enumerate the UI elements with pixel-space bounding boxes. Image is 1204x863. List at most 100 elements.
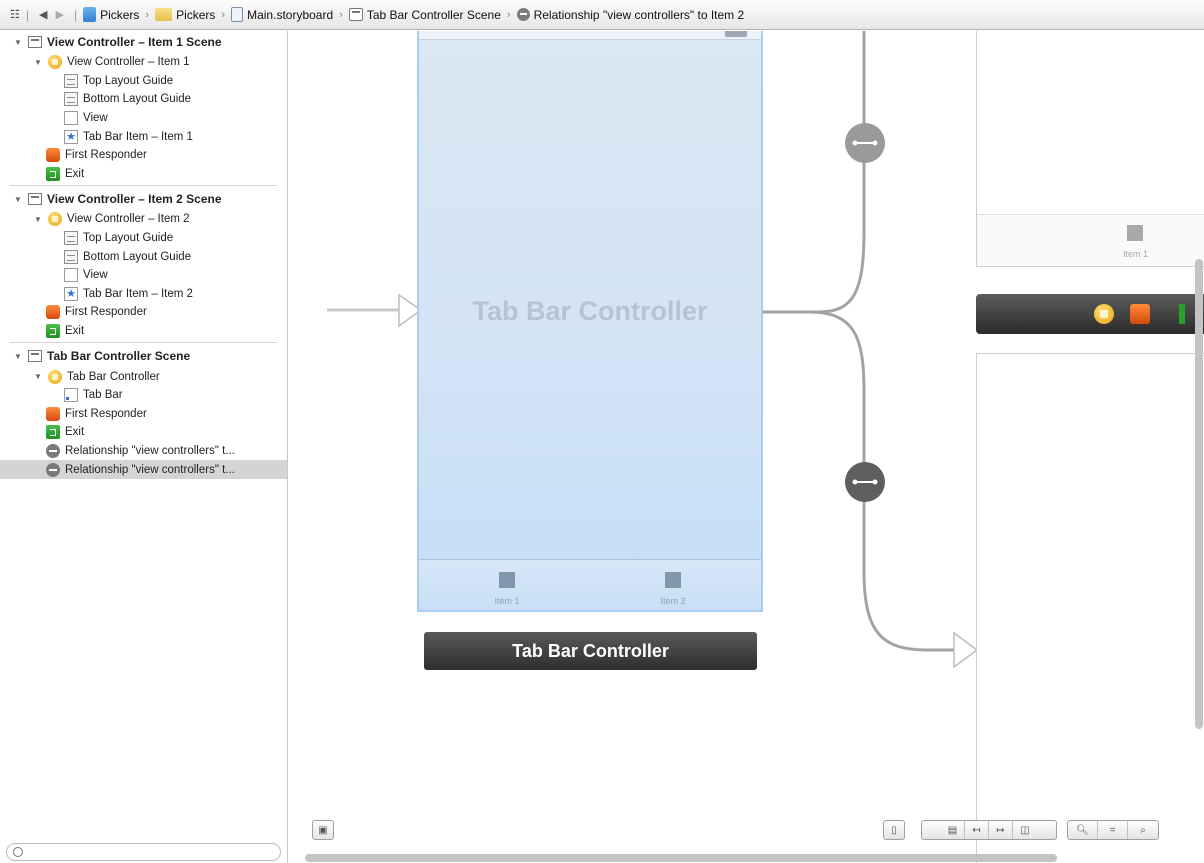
- outline-item-tab-bar[interactable]: Tab Bar: [0, 386, 287, 405]
- segue-badge-item2[interactable]: [845, 462, 885, 502]
- disclosure-triangle-icon[interactable]: ▼: [14, 38, 28, 47]
- outline-item-tab-bar-controller[interactable]: ▼ Tab Bar Controller: [0, 367, 287, 386]
- outline-label: Bottom Layout Guide: [83, 250, 192, 263]
- jump-bar: ☷ | ◀ ▶ | Pickers › Pickers › Main.story…: [0, 0, 1204, 30]
- chevron-right-icon: ›: [506, 8, 511, 21]
- scene-header-item1[interactable]: ▼ View Controller – Item 1 Scene: [0, 31, 287, 53]
- scene-header-item2[interactable]: ▼ View Controller – Item 2 Scene: [0, 188, 287, 210]
- show-outline-button[interactable]: ▣: [312, 820, 334, 840]
- layout-guide-icon: [64, 92, 78, 107]
- tab-bar[interactable]: Item 1: [977, 214, 1204, 266]
- zoom-out-icon[interactable]: 🔍︎: [1068, 821, 1098, 839]
- outline-label: Tab Bar Item – Item 2: [83, 287, 193, 300]
- scene-icon: [348, 8, 363, 21]
- segue-to-item1: [763, 31, 866, 314]
- breadcrumb-project[interactable]: Pickers: [83, 7, 139, 22]
- breadcrumb-label: Relationship "view controllers" to Item …: [533, 7, 745, 22]
- storyboard-icon: [231, 7, 244, 22]
- zoom-fit-icon[interactable]: =: [1098, 821, 1128, 839]
- outline-label: View: [83, 269, 108, 282]
- outline-item-relationship-1[interactable]: Relationship "view controllers" t...: [0, 442, 287, 461]
- outline-item-top-layout-guide[interactable]: Top Layout Guide: [0, 229, 287, 248]
- pin-icon[interactable]: ↤: [965, 821, 989, 839]
- scene-title: Tab Bar Controller Scene: [47, 349, 191, 364]
- view-controller-icon[interactable]: [1094, 304, 1114, 324]
- disclosure-triangle-icon[interactable]: ▼: [14, 352, 28, 361]
- forward-arrow-icon[interactable]: ▶: [51, 8, 67, 21]
- first-responder-icon: [46, 148, 60, 163]
- chevron-right-icon: ›: [339, 8, 343, 21]
- align-icon[interactable]: ▤: [941, 821, 965, 839]
- form-factor-button[interactable]: ▯: [883, 820, 905, 840]
- star-icon: ★: [64, 129, 78, 144]
- outline-item-exit[interactable]: Exit: [0, 322, 287, 341]
- outline-item-tab-bar-item-2[interactable]: ★ Tab Bar Item – Item 2: [0, 285, 287, 304]
- outline-item-view[interactable]: View: [0, 266, 287, 285]
- tab-item-icon: [1127, 225, 1143, 241]
- breadcrumb-storyboard[interactable]: Main.storyboard: [231, 7, 333, 22]
- outline-filter-field[interactable]: [6, 843, 281, 861]
- first-responder-icon[interactable]: [1130, 304, 1150, 324]
- device-icon: ▯: [891, 824, 897, 836]
- outline-label: Exit: [65, 325, 85, 338]
- resolve-icon[interactable]: ↦: [989, 821, 1013, 839]
- disclosure-triangle-icon[interactable]: ▼: [34, 372, 48, 381]
- view-controller-icon: [48, 55, 62, 70]
- relationship-icon: [46, 443, 60, 458]
- tab-item-label: Item 1: [494, 596, 520, 606]
- outline-item-view-controller-2[interactable]: ▼ View Controller – Item 2: [0, 210, 287, 229]
- breadcrumb-folder[interactable]: Pickers: [155, 8, 215, 22]
- horizontal-scrollbar[interactable]: [305, 854, 1057, 862]
- outline-item-first-responder[interactable]: First Responder: [0, 146, 287, 165]
- outline-item-exit[interactable]: Exit: [0, 165, 287, 184]
- segue-badge-item1[interactable]: [845, 123, 885, 163]
- disclosure-triangle-icon[interactable]: ▼: [34, 215, 48, 224]
- exit-icon[interactable]: [1179, 304, 1185, 324]
- disclosure-triangle-icon[interactable]: ▼: [14, 195, 28, 204]
- view-controller-item1-scene[interactable]: Item 1: [976, 31, 1204, 267]
- storyboard-canvas[interactable]: Tab Bar Controller Item 1 Item 2 Tab Bar…: [289, 31, 1204, 863]
- outline-label: Top Layout Guide: [83, 74, 174, 87]
- outline-label: Tab Bar: [83, 389, 123, 402]
- tab-bar-icon: [64, 388, 78, 403]
- breadcrumb-label: Pickers: [100, 7, 140, 22]
- view-controller-icon: [48, 212, 62, 227]
- outline-item-relationship-2[interactable]: Relationship "view controllers" t...: [0, 460, 287, 479]
- outline-item-first-responder[interactable]: First Responder: [0, 303, 287, 322]
- outline-label: Exit: [65, 426, 85, 439]
- outline-item-exit[interactable]: Exit: [0, 423, 287, 442]
- folder-icon: [155, 8, 173, 21]
- tab-item-1[interactable]: Item 1: [477, 572, 537, 606]
- vertical-scrollbar[interactable]: [1195, 259, 1203, 729]
- scene-icon: [28, 193, 42, 206]
- outline-item-first-responder[interactable]: First Responder: [0, 405, 287, 424]
- tab-bar[interactable]: Item 1 Item 2: [419, 559, 761, 610]
- outline-label: Exit: [65, 167, 85, 180]
- scene-header-tab-bar-controller[interactable]: ▼ Tab Bar Controller Scene: [0, 345, 287, 367]
- outline-label: View Controller – Item 2: [67, 213, 190, 226]
- tab-bar-controller-scene[interactable]: Tab Bar Controller Item 1 Item 2: [417, 31, 763, 612]
- relationship-icon: [516, 8, 530, 21]
- back-arrow-icon[interactable]: ◀: [35, 8, 51, 21]
- related-items-icon[interactable]: ☷: [10, 8, 20, 21]
- breadcrumb-label: Main.storyboard: [247, 7, 334, 22]
- breadcrumb-relationship[interactable]: Relationship "view controllers" to Item …: [516, 7, 745, 22]
- breadcrumb-scene[interactable]: Tab Bar Controller Scene: [348, 8, 501, 22]
- tab-item-2[interactable]: Item 2: [643, 572, 703, 606]
- outline-item-bottom-layout-guide[interactable]: Bottom Layout Guide: [0, 90, 287, 109]
- disclosure-triangle-icon[interactable]: ▼: [34, 58, 48, 67]
- outline-item-tab-bar-item-1[interactable]: ★ Tab Bar Item – Item 1: [0, 127, 287, 146]
- outline-item-bottom-layout-guide[interactable]: Bottom Layout Guide: [0, 247, 287, 266]
- outline-label: View Controller – Item 1: [67, 56, 190, 69]
- tab-bar-controller-title: Tab Bar Controller: [472, 296, 708, 326]
- outline-item-top-layout-guide[interactable]: Top Layout Guide: [0, 72, 287, 91]
- scene-dock-label[interactable]: Tab Bar Controller: [424, 632, 757, 670]
- outline-item-view[interactable]: View: [0, 109, 287, 128]
- outline-item-view-controller-1[interactable]: ▼ View Controller – Item 1: [0, 53, 287, 72]
- tab-item-label: Item 1: [1123, 249, 1149, 259]
- scene-dock-item2[interactable]: [976, 294, 1204, 334]
- scene-title: View Controller – Item 2 Scene: [47, 192, 222, 207]
- zoom-in-icon[interactable]: ⌕: [1128, 821, 1158, 839]
- view-controller-item2-scene[interactable]: [976, 353, 1204, 863]
- resizing-icon[interactable]: ◫: [1013, 821, 1037, 839]
